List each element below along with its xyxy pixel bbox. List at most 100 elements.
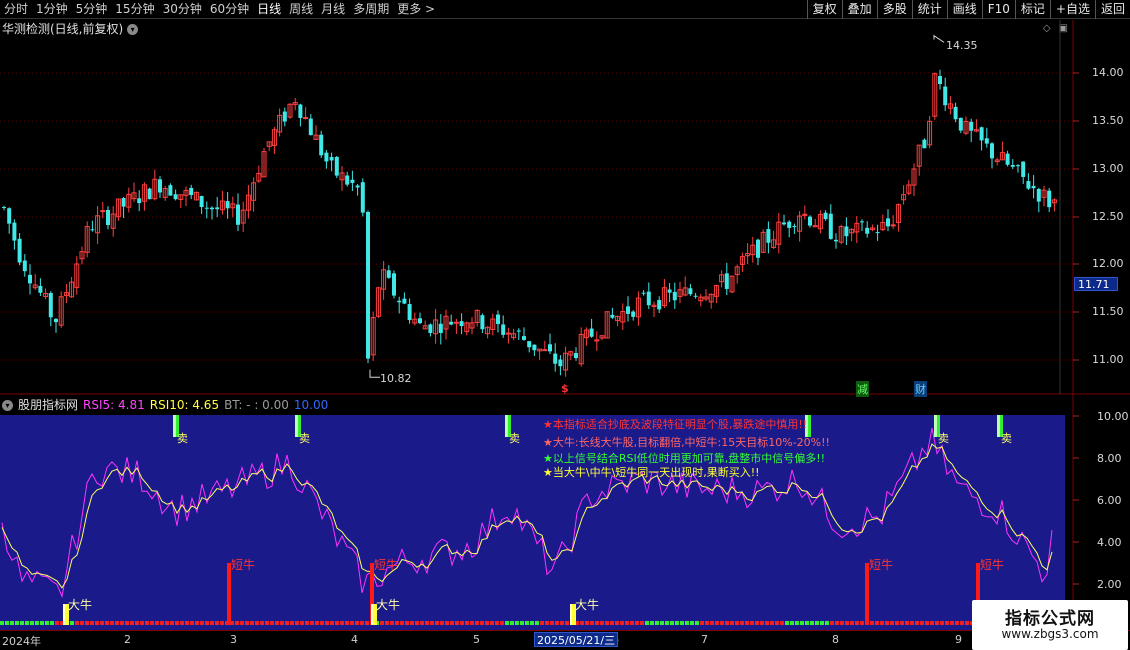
signal-strip-cell [820, 621, 824, 625]
period-tab[interactable]: 5分钟 [72, 0, 112, 19]
signal-strip-cell [925, 621, 929, 625]
signal-strip-cell [50, 621, 54, 625]
signal-strip-cell [780, 621, 784, 625]
marker-cai[interactable]: 财 [914, 381, 927, 397]
candle-body-down [953, 106, 958, 120]
candle-body-down [724, 273, 729, 289]
signal-strip-cell [650, 621, 654, 625]
period-tab[interactable]: 月线 [317, 0, 349, 19]
marker-dollar[interactable]: $ [561, 382, 569, 395]
signal-strip-cell [405, 621, 409, 625]
signal-strip-cell [465, 621, 469, 625]
candle-body-down [641, 292, 646, 294]
signal-strip-cell [950, 621, 954, 625]
signal-strip-cell [595, 621, 599, 625]
signal-strip-cell [290, 621, 294, 625]
signal-strip-cell [695, 621, 699, 625]
high-price-label: 14.35 [946, 39, 978, 52]
candle-body-down [1031, 185, 1036, 189]
candle-body-down [589, 328, 594, 337]
candle-body-down [17, 238, 22, 263]
signal-strip-cell [480, 621, 484, 625]
note-2: ★大牛:长线大牛股,目标翻倍,中短牛:15天目标10%-20%!! [543, 436, 830, 449]
signal-strip-cell [450, 621, 454, 625]
toolbar-button[interactable]: +自选 [1049, 0, 1095, 19]
signal-strip-cell [95, 621, 99, 625]
period-tab[interactable]: 1分钟 [32, 0, 72, 19]
rsi10-value: RSI10: 4.65 [149, 398, 220, 412]
signal-strip-cell [90, 621, 94, 625]
toolbar-button[interactable]: F10 [981, 0, 1015, 19]
candle-body-down [7, 208, 12, 224]
signal-strip-cell [495, 621, 499, 625]
signal-strip-cell [305, 621, 309, 625]
watermark-url: www.zbgs3.com [1001, 627, 1099, 641]
period-tab[interactable]: 30分钟 [159, 0, 206, 19]
candle-body-down [922, 139, 927, 149]
candle-body-down [516, 330, 521, 332]
date-tick: 2024年 [2, 635, 41, 648]
signal-strip-cell [340, 621, 344, 625]
signal-strip-cell [635, 621, 639, 625]
chevron-down-icon[interactable]: ▾ [2, 399, 13, 411]
candle-body-down [667, 289, 672, 293]
candle-body-down [938, 76, 942, 85]
toolbar-button[interactable]: 画线 [946, 0, 982, 19]
candle-body-down [688, 288, 693, 295]
signal-strip-cell [70, 621, 74, 625]
period-tab[interactable]: 更多 > [393, 0, 439, 19]
note-4: ★当大牛\中牛\短牛同一天出现时,果断买入!! [543, 466, 760, 479]
candle-body-down [204, 207, 209, 209]
toolbar-button[interactable]: 叠加 [841, 0, 877, 19]
period-tab[interactable]: 周线 [285, 0, 317, 19]
period-tab[interactable]: 日线 [253, 0, 285, 19]
signal-strip-cell [885, 621, 889, 625]
signal-strip-cell [620, 621, 624, 625]
signal-strip-cell [115, 621, 119, 625]
sell-signal-highlight [934, 415, 937, 437]
indicator-name[interactable]: 股朋指标网 [18, 397, 78, 413]
candle-body-down [782, 222, 786, 225]
big-bull-label: 大牛 [68, 597, 92, 612]
signal-strip-cell [940, 621, 944, 625]
indicator-background [0, 415, 1065, 630]
rsi5-value: RSI5: 4.81 [83, 398, 145, 412]
candle-body-down [480, 315, 485, 330]
period-tab[interactable]: 多周期 [349, 0, 393, 19]
period-tab[interactable]: 60分钟 [206, 0, 253, 19]
signal-strip-cell [710, 621, 714, 625]
signal-strip-cell [330, 621, 334, 625]
signal-strip-cell [195, 621, 199, 625]
signal-strip-cell [250, 621, 254, 625]
toolbar-button[interactable]: 标记 [1014, 0, 1050, 19]
signal-strip-cell [185, 621, 189, 625]
big-bull-label: 大牛 [575, 597, 599, 612]
signal-strip-cell [670, 621, 674, 625]
signal-strip-cell [825, 621, 829, 625]
candle-body-down [298, 104, 303, 118]
toolbar-button[interactable]: 复权 [806, 0, 842, 19]
candle-body-down [646, 291, 651, 306]
candle-body-down [1036, 189, 1041, 202]
toolbar-button[interactable]: 统计 [911, 0, 947, 19]
candle-body-down [158, 179, 162, 193]
period-tab[interactable]: 分时 [0, 0, 32, 19]
toolbar-button[interactable]: 多股 [876, 0, 912, 19]
period-tab[interactable]: 15分钟 [111, 0, 158, 19]
signal-strip-cell [745, 621, 749, 625]
signal-strip-cell [930, 621, 934, 625]
candle-body-down [319, 134, 324, 156]
signal-strip-cell [520, 621, 524, 625]
signal-strip-cell [770, 621, 774, 625]
candle-body-down [199, 196, 204, 208]
toolbar-button[interactable]: 返回 [1094, 0, 1130, 19]
signal-strip-cell [240, 621, 244, 625]
candle-body-down [844, 226, 849, 237]
signal-strip-cell [55, 621, 59, 625]
candle-body-down [943, 86, 948, 106]
candle-body-down [672, 291, 677, 301]
marker-jian[interactable]: 减 [856, 381, 869, 397]
date-tick: 5 [473, 633, 480, 646]
level-value: 10.00 [293, 398, 329, 412]
signal-strip-cell [300, 621, 304, 625]
